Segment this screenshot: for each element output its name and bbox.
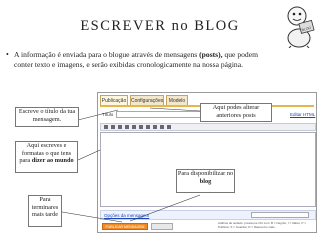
title-callout-text: Escreve o título da tua mensagem. [18, 108, 76, 123]
write-callout: Aqui escreves e formatas o que tens para… [15, 141, 78, 173]
format-toolbar [100, 123, 316, 131]
intro-bullet: • A informação é enviada para o blogue a… [6, 50, 276, 69]
bold-icon[interactable] [118, 125, 122, 129]
blogging-mascot-icon: BLOG [287, 6, 315, 48]
edit-posts-callout: Aqui podes alterar anteriores posts [200, 103, 272, 122]
bullet-text-bold: (posts), [199, 50, 223, 59]
bullet-dot: • [6, 50, 9, 59]
edit-posts-callout-text: Aqui podes alterar anteriores posts [212, 104, 260, 119]
action-buttons-row: PUBLICAR MENSAGEM Atalhos de teclado: pr… [100, 221, 316, 232]
draft-callout: Para terminares mais tarde [28, 195, 62, 227]
align-left-icon[interactable] [146, 125, 150, 129]
tab-publicacao[interactable]: Publicação [100, 95, 128, 105]
keyboard-shortcuts-note: Atalhos de teclado: pressione Ctrl com: … [218, 221, 307, 229]
list-icon[interactable] [160, 125, 164, 129]
italic-icon[interactable] [125, 125, 129, 129]
font-icon[interactable] [104, 125, 108, 129]
save-draft-button[interactable] [151, 223, 173, 230]
align-center-icon[interactable] [153, 125, 157, 129]
image-icon[interactable] [167, 125, 171, 129]
edit-html-link[interactable]: Editar HTML [290, 112, 315, 117]
title-label: Título [102, 112, 114, 117]
draft-callout-text: Para terminares mais tarde [31, 196, 59, 219]
tab-configuracoes[interactable]: Configurações [130, 95, 164, 105]
tab-modelo[interactable]: Modelo [166, 95, 188, 105]
post-options-row: Opções da mensagem [100, 210, 316, 220]
link-icon[interactable] [139, 125, 143, 129]
bullet-text-start: A informação é enviada para o blogue atr… [14, 50, 200, 59]
text-color-icon[interactable] [132, 125, 136, 129]
write-callout-bold: dizer ao mundo [31, 157, 74, 165]
publish-callout-bold: blog [199, 177, 212, 185]
publish-callout: Para disponibilizar no blog [176, 169, 235, 193]
title-callout: Escreve o título da tua mensagem. [15, 107, 79, 127]
slide-title: ESCREVER no BLOG [80, 18, 240, 34]
post-options-link[interactable]: Opções da mensagem [104, 213, 149, 218]
labels-input[interactable] [251, 212, 309, 218]
font-size-icon[interactable] [111, 125, 115, 129]
publish-button[interactable]: PUBLICAR MENSAGEM [102, 223, 148, 230]
publish-callout-text: Para disponibilizar no [177, 170, 234, 177]
